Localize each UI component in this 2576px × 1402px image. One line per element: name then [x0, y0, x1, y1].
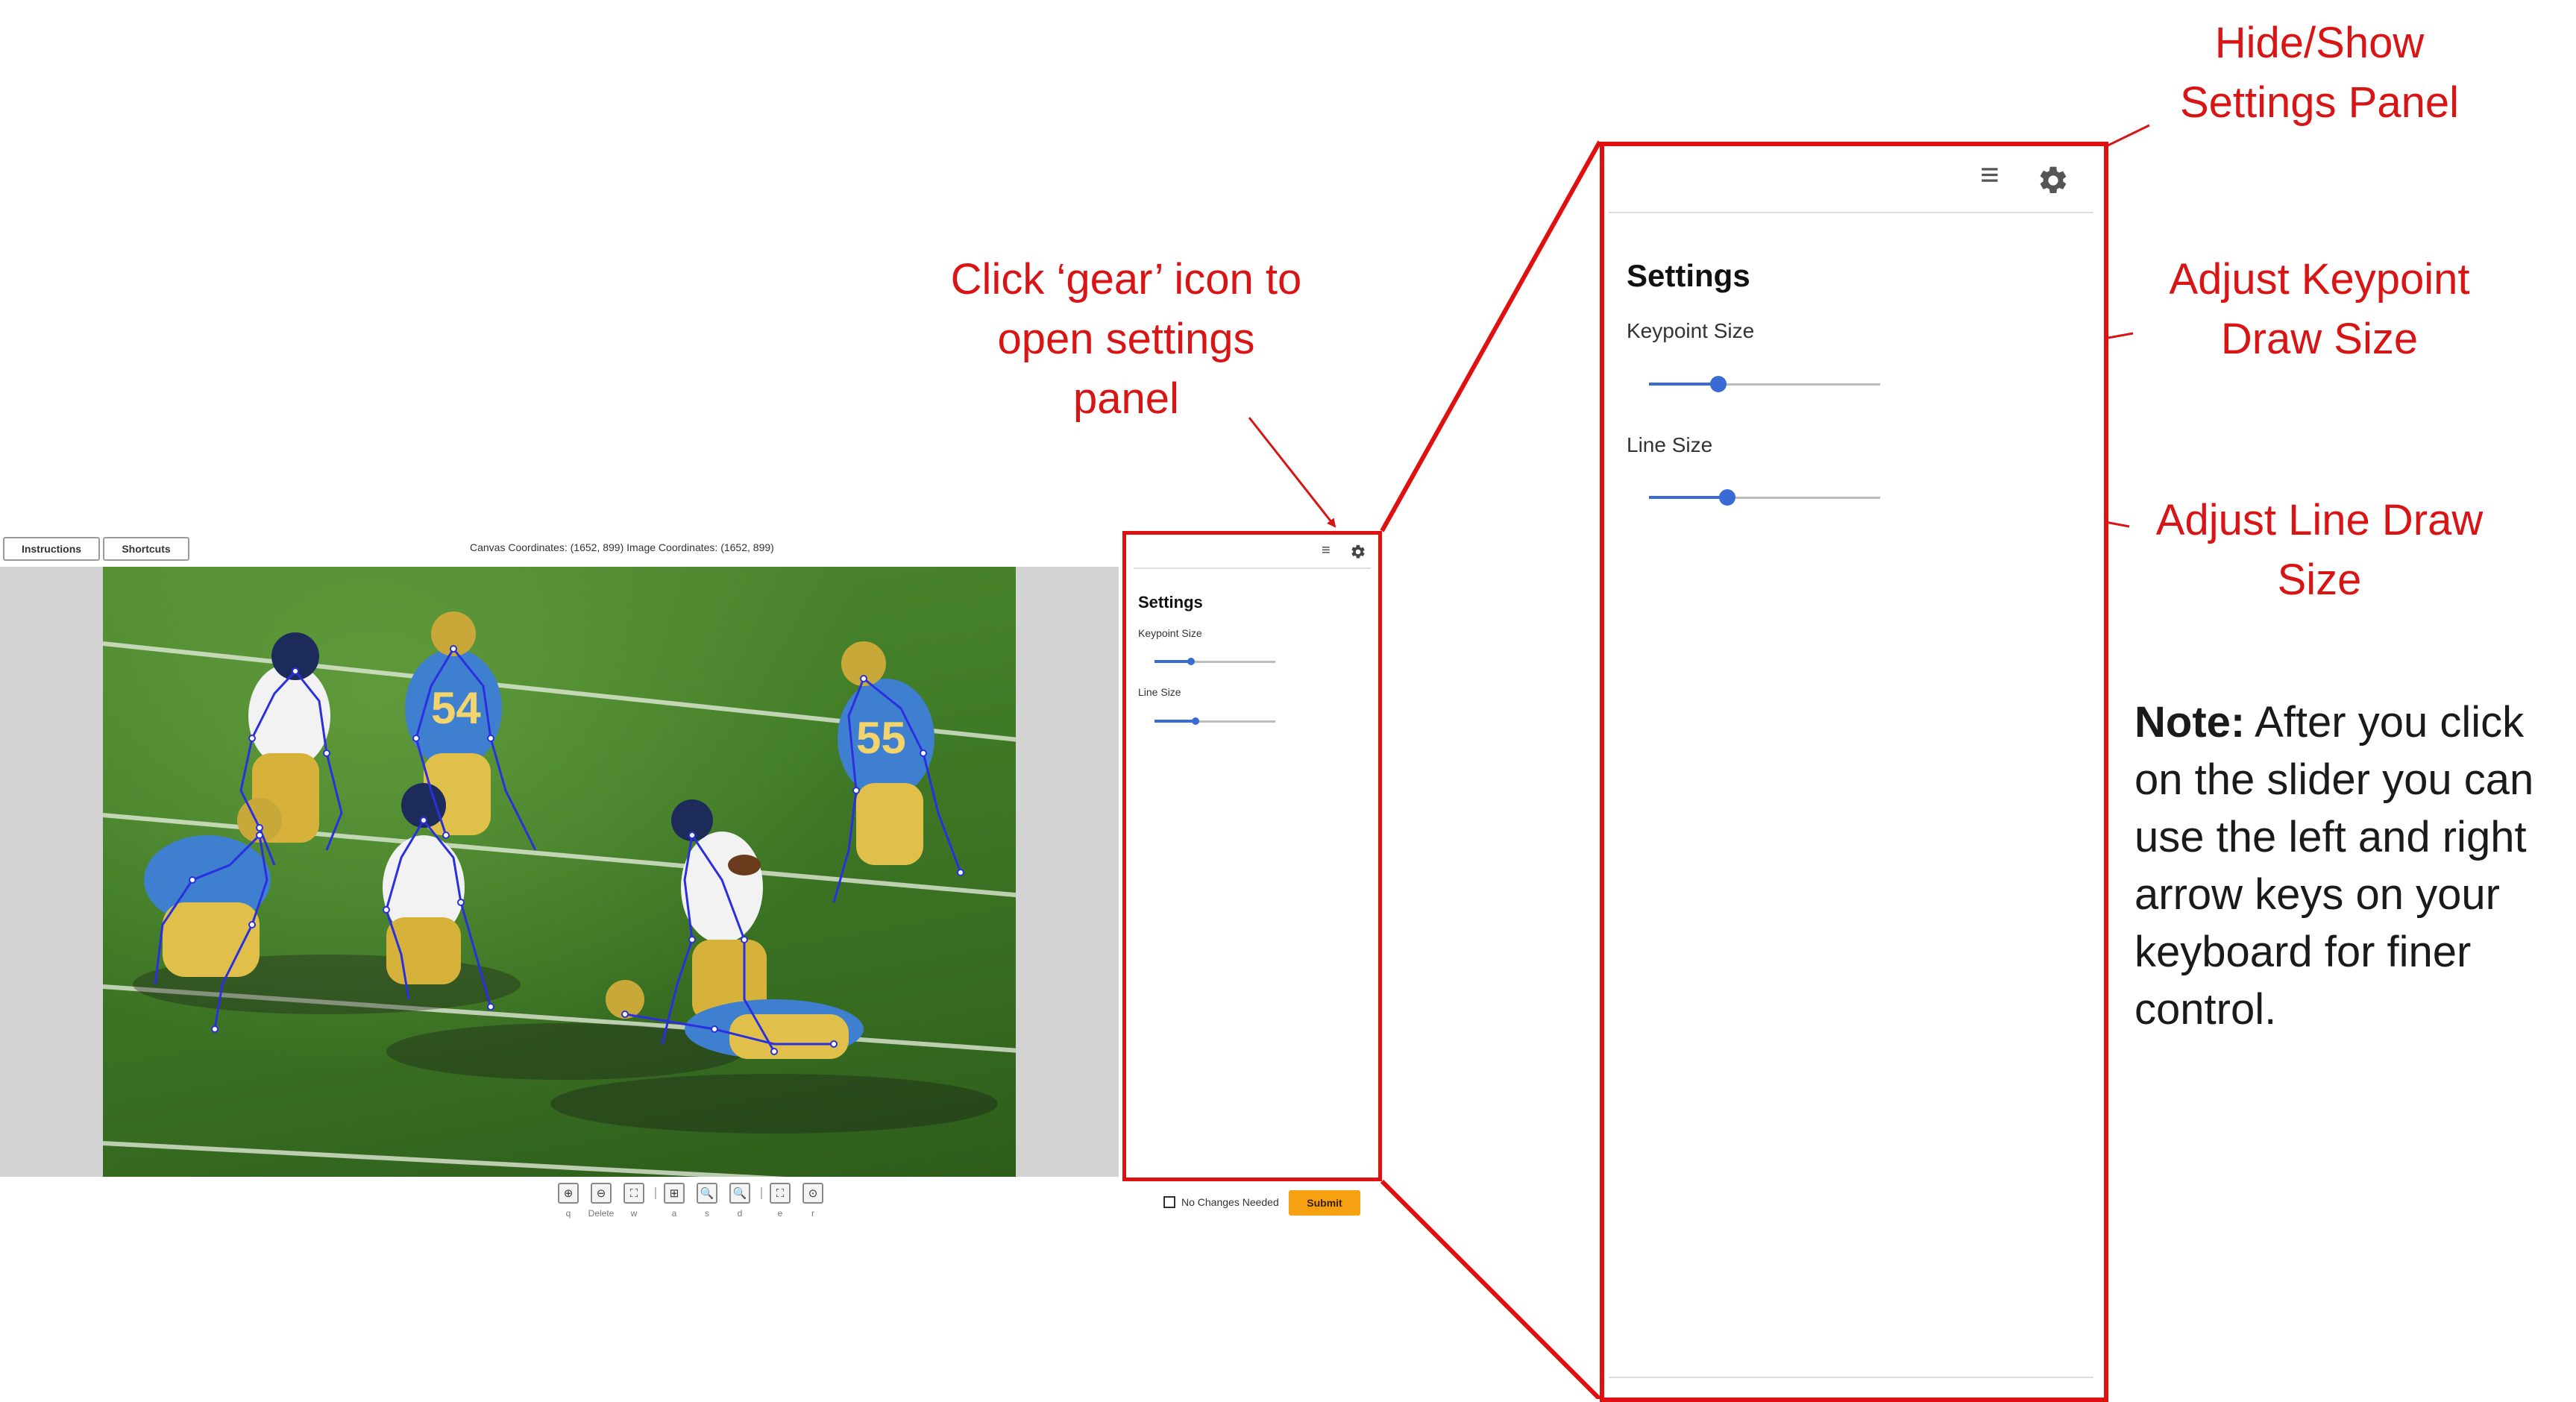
line-size-label-zoomed: Line Size — [1627, 433, 1713, 456]
annotation-adjust-keypoint: Adjust Keypoint Draw Size — [2169, 255, 2470, 364]
settings-panel-zoomed: ≡ Settings Keypoint Size Line Size — [1600, 142, 2108, 1402]
slider-thumb[interactable] — [1719, 489, 1736, 506]
gear-icon-zoomed[interactable] — [2037, 164, 2070, 197]
panel-divider-zoomed — [1609, 212, 2093, 213]
slider-fill — [1649, 383, 1718, 386]
note-bold: Note: — [2134, 698, 2246, 746]
settings-title-zoomed: Settings — [1627, 258, 1750, 293]
keypoint-size-label-zoomed: Keypoint Size — [1627, 319, 1755, 342]
slider-fill — [1649, 496, 1728, 499]
slider-thumb[interactable] — [1710, 376, 1727, 392]
annotation-note: Note: After you click on the slider you … — [2134, 694, 2575, 1038]
panel-bottom-divider — [1609, 1377, 2093, 1378]
annotation-click-gear: Click ‘gear’ icon to open settings panel — [950, 255, 1302, 424]
keypoint-size-slider-zoomed[interactable] — [1649, 374, 1880, 394]
note-text: After you click on the slider you can us… — [2134, 698, 2534, 1034]
annotation-adjust-line: Adjust Line Draw Size — [2155, 496, 2484, 605]
annotation-hide-show: Hide/Show Settings Panel — [2179, 19, 2460, 128]
hamburger-menu-icon-zoomed[interactable]: ≡ — [1980, 157, 1999, 194]
line-size-slider-zoomed[interactable] — [1649, 488, 1880, 507]
